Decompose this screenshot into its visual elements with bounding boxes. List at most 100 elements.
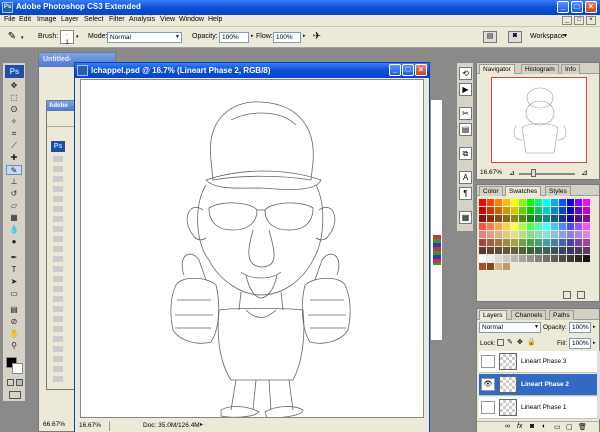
blend-mode-select[interactable]: Normal ▼	[479, 322, 541, 333]
swatch[interactable]	[551, 207, 558, 214]
crop-tool-icon[interactable]: ⌗	[6, 129, 22, 139]
swatch[interactable]	[527, 223, 534, 230]
clone-source-icon[interactable]: ⧉	[459, 147, 472, 160]
swatch[interactable]	[487, 215, 494, 222]
brush-chevron-icon[interactable]: ▾	[76, 34, 79, 40]
swatch[interactable]	[511, 207, 518, 214]
doc-close-button[interactable]: ×	[586, 16, 596, 25]
document-window[interactable]: lchappel.psd @ 16.7% (Lineart Phase 2, R…	[74, 62, 430, 432]
swatch[interactable]	[583, 207, 590, 214]
swatch[interactable]	[543, 207, 550, 214]
swatch[interactable]	[495, 215, 502, 222]
swatch[interactable]	[487, 255, 494, 262]
swatch[interactable]	[559, 215, 566, 222]
character-panel-icon[interactable]: A	[459, 171, 472, 184]
doc-minimize-button[interactable]: _	[562, 16, 572, 25]
menu-help[interactable]: Help	[208, 16, 222, 23]
notes-tool-icon[interactable]: ▤	[6, 305, 22, 315]
menu-view[interactable]: View	[160, 16, 175, 23]
swatch[interactable]	[559, 239, 566, 246]
swatch[interactable]	[559, 255, 566, 262]
tab-histogram[interactable]: Histogram	[521, 64, 559, 74]
swatch[interactable]	[567, 231, 574, 238]
lock-position-icon[interactable]: ✥	[517, 339, 524, 346]
swatch[interactable]	[583, 255, 590, 262]
healing-brush-tool-icon[interactable]: ✚	[6, 153, 22, 163]
minimize-button[interactable]: _	[557, 1, 569, 13]
zoom-slider-thumb[interactable]	[531, 169, 536, 177]
lock-image-icon[interactable]: ✎	[507, 339, 514, 346]
swatch[interactable]	[487, 207, 494, 214]
swatch[interactable]	[583, 239, 590, 246]
layer-style-icon[interactable]: fx	[517, 423, 522, 430]
workspace-chevron-icon[interactable]: ▼	[563, 33, 568, 39]
swatch[interactable]	[559, 231, 566, 238]
background-color-swatch[interactable]	[12, 363, 23, 374]
tab-navigator[interactable]: Navigator	[479, 64, 515, 74]
swatch[interactable]	[543, 231, 550, 238]
document-close-button[interactable]: ×	[415, 64, 427, 76]
swatch[interactable]	[495, 207, 502, 214]
magic-wand-tool-icon[interactable]: ✧	[6, 117, 22, 127]
tab-swatches[interactable]: Swatches	[505, 186, 542, 196]
tab-info[interactable]: Info	[561, 64, 580, 74]
swatch[interactable]	[511, 231, 518, 238]
maximize-button[interactable]: □	[571, 1, 583, 13]
swatch[interactable]	[511, 255, 518, 262]
swatch[interactable]	[535, 255, 542, 262]
delete-swatch-icon[interactable]	[577, 291, 585, 299]
link-layers-icon[interactable]: ∞	[505, 423, 510, 430]
swatch[interactable]	[487, 247, 494, 254]
layer-comps-icon[interactable]: ▦	[459, 211, 472, 224]
shape-tool-icon[interactable]: ▭	[6, 289, 22, 299]
swatch[interactable]	[551, 215, 558, 222]
document-maximize-button[interactable]: □	[402, 64, 414, 76]
swatch[interactable]	[519, 231, 526, 238]
swatch[interactable]	[567, 239, 574, 246]
swatch[interactable]	[559, 247, 566, 254]
fill-slider-icon[interactable]: ▸	[593, 340, 596, 346]
swatch[interactable]	[543, 239, 550, 246]
swatch[interactable]	[527, 255, 534, 262]
swatch[interactable]	[575, 255, 582, 262]
tab-color[interactable]: Color	[479, 186, 503, 196]
swatch[interactable]	[559, 223, 566, 230]
swatch[interactable]	[495, 199, 502, 206]
opacity-input[interactable]: 100%	[219, 32, 249, 43]
marquee-tool-icon[interactable]: ⬚	[6, 93, 22, 103]
swatch[interactable]	[479, 215, 486, 222]
brush-preset-picker[interactable]: · 1	[60, 30, 74, 46]
swatch[interactable]	[527, 247, 534, 254]
swatch[interactable]	[487, 239, 494, 246]
swatch[interactable]	[495, 247, 502, 254]
layer-opacity-slider-icon[interactable]: ▸	[593, 324, 596, 330]
swatch[interactable]	[567, 215, 574, 222]
menu-layer[interactable]: Layer	[61, 16, 79, 23]
zoom-tool-icon[interactable]: ⚲	[6, 341, 22, 351]
swatch[interactable]	[535, 223, 542, 230]
swatch[interactable]	[503, 263, 510, 270]
delete-layer-icon[interactable]: 🗑	[578, 423, 587, 431]
swatch[interactable]	[479, 255, 486, 262]
swatch[interactable]	[575, 215, 582, 222]
bridge-icon[interactable]: ▤	[483, 31, 497, 43]
brushes-panel-icon[interactable]: ▤	[459, 123, 472, 136]
swatch[interactable]	[479, 199, 486, 206]
swatch[interactable]	[511, 239, 518, 246]
swatch[interactable]	[551, 223, 558, 230]
swatch[interactable]	[519, 215, 526, 222]
swatch[interactable]	[479, 207, 486, 214]
swatch[interactable]	[535, 231, 542, 238]
swatch[interactable]	[551, 199, 558, 206]
clone-stamp-tool-icon[interactable]: ⊥	[6, 177, 22, 187]
swatch[interactable]	[583, 223, 590, 230]
swatch[interactable]	[479, 239, 486, 246]
swatch[interactable]	[583, 247, 590, 254]
swatch[interactable]	[495, 239, 502, 246]
navigator-zoom[interactable]: 16.67%	[480, 169, 502, 176]
navigator-preview[interactable]	[491, 77, 587, 163]
menu-filter[interactable]: Filter	[109, 16, 125, 23]
menu-edit[interactable]: Edit	[19, 16, 31, 23]
pen-tool-icon[interactable]: ✒	[6, 253, 22, 263]
swatch[interactable]	[559, 199, 566, 206]
